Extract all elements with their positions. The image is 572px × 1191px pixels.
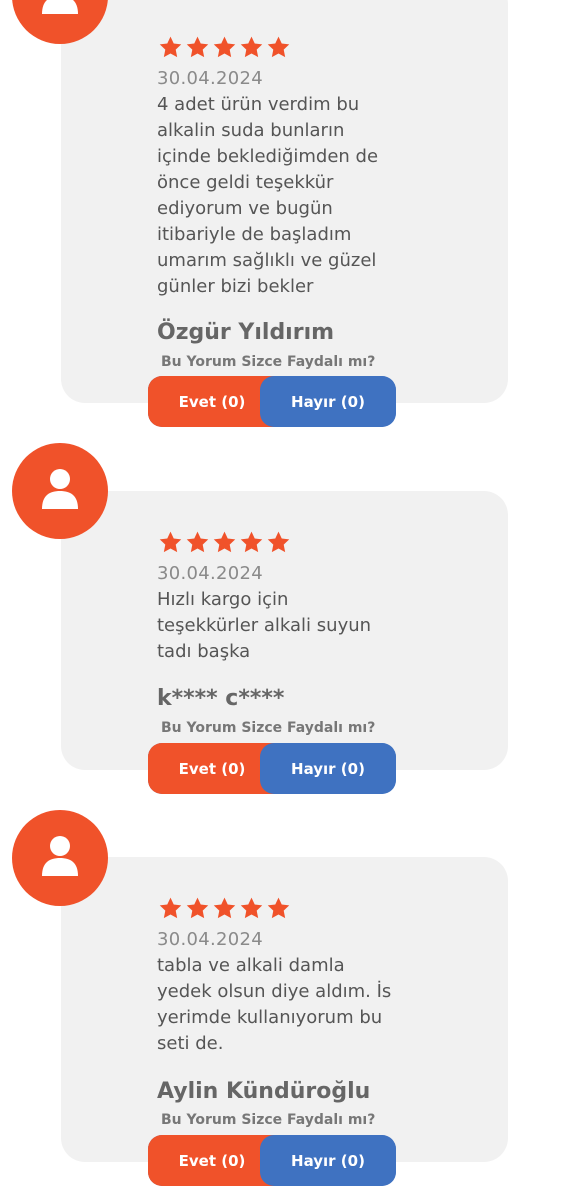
review-author: Özgür Yıldırım xyxy=(157,320,335,345)
helpful-no-button[interactable]: Hayır (0) xyxy=(260,1135,396,1186)
star-icon xyxy=(240,36,263,58)
user-icon xyxy=(42,469,78,509)
star-rating xyxy=(158,35,291,60)
star-rating xyxy=(158,896,291,921)
helpful-question: Bu Yorum Sizce Faydalı mı? xyxy=(161,1112,376,1128)
user-icon xyxy=(42,836,78,876)
reviews-page: 30.04.2024 4 adet ürün verdim bu alkalin… xyxy=(0,0,572,1191)
user-avatar xyxy=(12,810,108,906)
review-date: 30.04.2024 xyxy=(157,929,264,950)
helpful-no-button[interactable]: Hayır (0) xyxy=(260,376,396,427)
star-icon xyxy=(267,36,290,58)
star-icon xyxy=(159,531,182,553)
review-author: k**** c**** xyxy=(157,686,285,711)
star-rating xyxy=(158,530,291,555)
star-icon xyxy=(159,897,182,919)
helpful-yes-button[interactable]: Evet (0) xyxy=(148,1135,276,1186)
review-author: Aylin Kündüroğlu xyxy=(157,1079,371,1104)
star-icon xyxy=(240,531,263,553)
star-icon xyxy=(240,897,263,919)
star-icon xyxy=(159,36,182,58)
review-text: Hızlı kargo için teşekkürler alkali suyu… xyxy=(157,589,372,662)
star-icon xyxy=(213,531,236,553)
star-icon xyxy=(267,531,290,553)
star-icon xyxy=(213,36,236,58)
star-icon xyxy=(267,897,290,919)
helpful-buttons: Evet (0) Hayır (0) xyxy=(148,743,396,794)
helpful-yes-button[interactable]: Evet (0) xyxy=(148,743,276,794)
user-avatar xyxy=(12,443,108,539)
helpful-question: Bu Yorum Sizce Faydalı mı? xyxy=(161,720,376,736)
review-text: 4 adet ürün verdim bu alkalin suda bunla… xyxy=(157,94,379,297)
helpful-buttons: Evet (0) Hayır (0) xyxy=(148,1135,396,1186)
review-date: 30.04.2024 xyxy=(157,68,264,89)
helpful-question: Bu Yorum Sizce Faydalı mı? xyxy=(161,354,376,370)
helpful-yes-button[interactable]: Evet (0) xyxy=(148,376,276,427)
helpful-buttons: Evet (0) Hayır (0) xyxy=(148,376,396,427)
star-icon xyxy=(186,531,209,553)
helpful-no-button[interactable]: Hayır (0) xyxy=(260,743,396,794)
star-icon xyxy=(186,897,209,919)
user-icon xyxy=(42,0,78,14)
review-date: 30.04.2024 xyxy=(157,563,264,584)
review-text: tabla ve alkali damla yedek olsun diye a… xyxy=(157,955,392,1054)
star-icon xyxy=(213,897,236,919)
star-icon xyxy=(186,36,209,58)
